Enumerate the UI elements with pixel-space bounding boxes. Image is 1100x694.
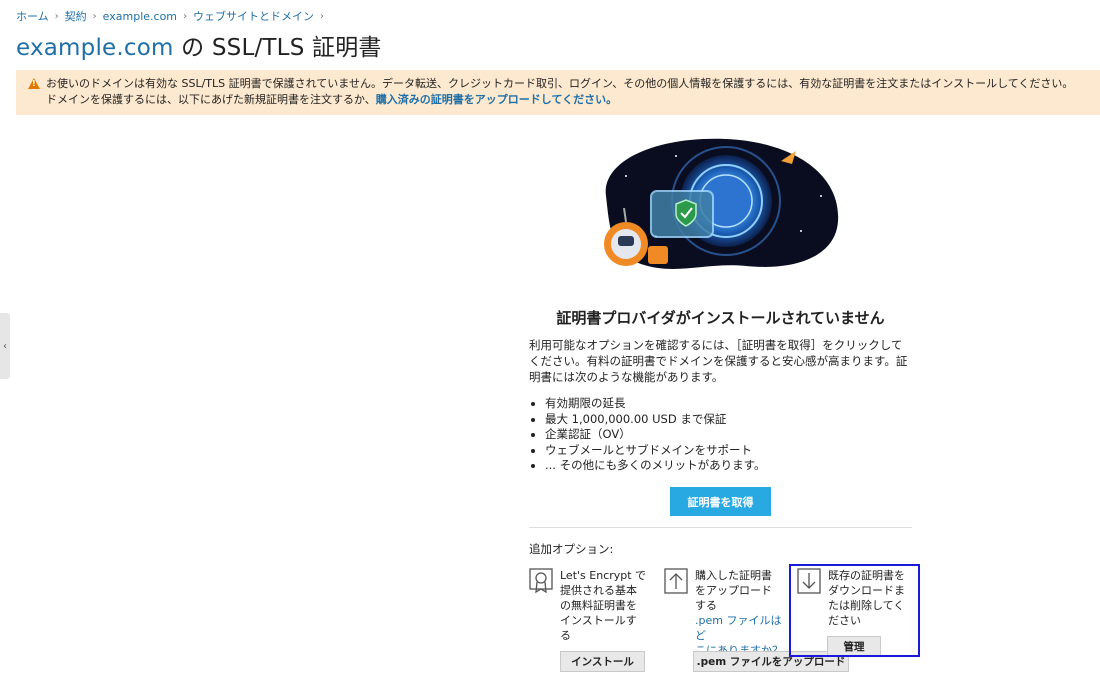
- option-text-line: の無料証明書を: [560, 599, 637, 612]
- breadcrumb-websites-domains[interactable]: ウェブサイトとドメイン: [193, 8, 314, 24]
- option-letsencrypt: Let's Encrypt で 提供される基本 の無料証明書を インストールす …: [529, 568, 659, 648]
- option-upload-text: 購入した証明書 をアップロード する .pem ファイルはど こにありますか？: [695, 568, 789, 658]
- chevron-right-icon: ›: [320, 10, 325, 22]
- pem-help-link-line[interactable]: .pem ファイルはど: [695, 613, 789, 643]
- option-text-line: インストールす: [560, 614, 637, 627]
- breadcrumb: ホーム › 契約 › example.com › ウェブサイトとドメイン ›: [16, 8, 330, 24]
- option-text-line: 購入した証明書: [695, 569, 772, 582]
- get-certificate-button[interactable]: 証明書を取得: [670, 487, 771, 516]
- breadcrumb-home[interactable]: ホーム: [16, 8, 49, 24]
- divider: [529, 527, 912, 528]
- breadcrumb-domain[interactable]: example.com: [103, 10, 177, 23]
- more-options-label: 追加オプション:: [529, 542, 614, 556]
- page-title-domain: example.com: [16, 35, 174, 61]
- empty-state-title: 証明書プロバイダがインストールされていません: [556, 309, 885, 327]
- chevron-right-icon: ›: [54, 10, 59, 22]
- chevron-left-icon: ‹: [3, 340, 7, 352]
- upload-arrow-icon: [664, 568, 688, 594]
- warning-text-line2: ドメインを保護するには、以下にあげた新規証明書を注文するか、購入済みの証明書をア…: [28, 92, 1090, 108]
- page-title-text: の SSL/TLS 証明書: [173, 35, 382, 61]
- warning-banner: お使いのドメインは有効な SSL/TLS 証明書で保護されていません。データ転送…: [16, 70, 1100, 115]
- certificate-badge-icon: [529, 568, 553, 594]
- warning-text-prefix: ドメインを保護するには、以下にあげた新規証明書を注文するか、: [46, 93, 376, 106]
- option-text-line: する: [695, 599, 717, 612]
- empty-state-description: 利用可能なオプションを確認するには、［証明書を取得］をクリックしてください。有料…: [529, 338, 908, 384]
- option-text-line: をアップロード: [695, 584, 772, 597]
- option-text-line: Let's Encrypt で: [560, 569, 647, 582]
- ssl-illustration: [604, 138, 839, 269]
- chevron-right-icon: ›: [183, 10, 188, 22]
- upload-purchased-certificate-link[interactable]: 購入済みの証明書をアップロードしてください。: [376, 93, 617, 106]
- feature-list: 有効期限の延長 最大 1,000,000.00 USD まで保証 企業認証（OV…: [529, 396, 928, 474]
- breadcrumb-subscriptions[interactable]: 契約: [65, 8, 87, 24]
- highlight-box: [789, 564, 920, 657]
- option-upload: 購入した証明書 をアップロード する .pem ファイルはど こにありますか？: [664, 568, 789, 657]
- chevron-right-icon: ›: [92, 10, 97, 22]
- page-title: example.com の SSL/TLS 証明書: [16, 28, 382, 62]
- sidebar-toggle[interactable]: ‹: [0, 313, 10, 379]
- option-text-line: 提供される基本: [560, 584, 637, 597]
- list-item: 企業認証（OV）: [545, 427, 928, 443]
- list-item: 有効期限の延長: [545, 396, 928, 412]
- list-item: 最大 1,000,000.00 USD まで保証: [545, 412, 928, 428]
- option-letsencrypt-text: Let's Encrypt で 提供される基本 の無料証明書を インストールす …: [560, 568, 646, 643]
- warning-triangle-icon: [28, 78, 40, 89]
- install-button[interactable]: インストール: [560, 651, 645, 672]
- warning-text-line1: お使いのドメインは有効な SSL/TLS 証明書で保護されていません。データ転送…: [46, 77, 1074, 90]
- option-text-line: る: [560, 629, 571, 642]
- list-item: ... その他にも多くのメリットがあります。: [545, 458, 928, 474]
- list-item: ウェブメールとサブドメインをサポート: [545, 443, 928, 459]
